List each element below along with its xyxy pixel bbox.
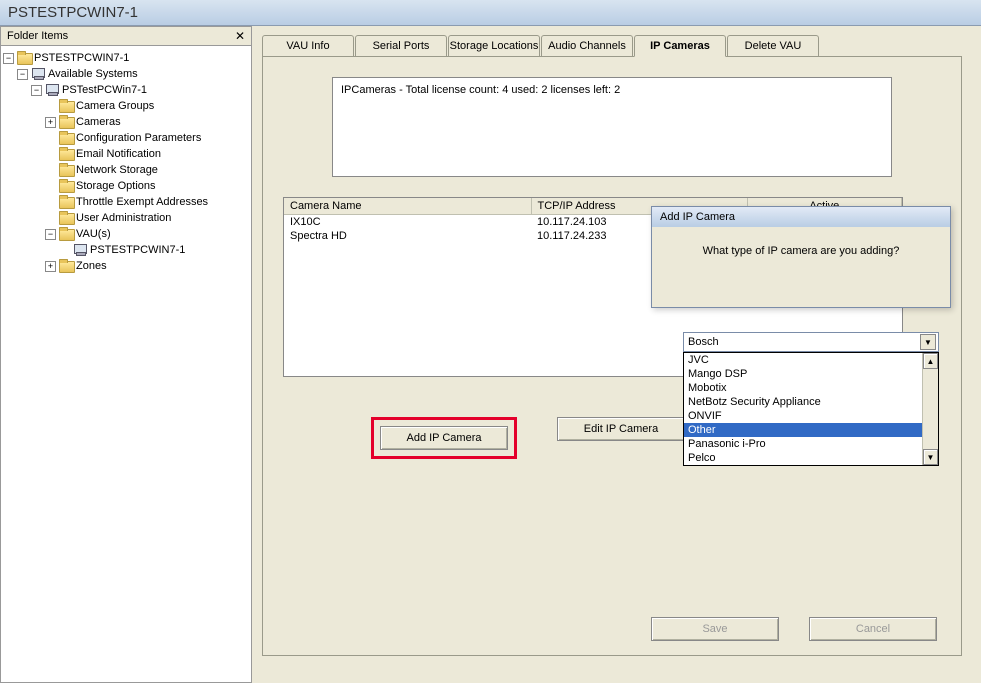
scrollbar[interactable]: ▲ ▼: [922, 353, 938, 465]
tree-item[interactable]: − VAU(s): [3, 226, 249, 242]
tree-label: PSTESTPCWIN7-1: [90, 242, 185, 258]
expander-icon[interactable]: +: [45, 261, 56, 272]
folder-icon: [59, 116, 73, 128]
folder-icon: [17, 52, 31, 64]
add-ip-camera-dialog: Add IP Camera What type of IP camera are…: [651, 206, 951, 308]
tree-item[interactable]: Email Notification: [3, 146, 249, 162]
tree-label: VAU(s): [76, 226, 111, 242]
tree-label: Available Systems: [48, 66, 138, 82]
expander-icon[interactable]: +: [45, 117, 56, 128]
highlight-box: Add IP Camera: [371, 417, 517, 459]
dialog-title: Add IP Camera: [652, 207, 950, 227]
tree-item[interactable]: Configuration Parameters: [3, 130, 249, 146]
combo-selected: Bosch: [688, 336, 719, 348]
sidebar: Folder Items ✕ − PSTESTPCWIN7-1 − Availa…: [0, 26, 252, 683]
add-ip-camera-button[interactable]: Add IP Camera: [380, 426, 508, 450]
tab-storage-locations[interactable]: Storage Locations: [448, 35, 540, 57]
scroll-up-icon[interactable]: ▲: [923, 353, 938, 369]
scroll-down-icon[interactable]: ▼: [923, 449, 938, 465]
tree-label: Email Notification: [76, 146, 161, 162]
cell-camera-name: IX10C: [284, 215, 531, 230]
save-button[interactable]: Save: [651, 617, 779, 641]
window-titlebar: PSTESTPCWIN7-1: [0, 0, 981, 26]
folder-icon: [59, 260, 73, 272]
license-info-box: IPCameras - Total license count: 4 used:…: [332, 77, 892, 177]
folder-icon: [59, 132, 73, 144]
folder-icon: [59, 228, 73, 240]
combo-list[interactable]: JVC Mango DSP Mobotix NetBotz Security A…: [683, 352, 939, 466]
tab-ip-cameras[interactable]: IP Cameras: [634, 35, 726, 57]
tab-vau-info[interactable]: VAU Info: [262, 35, 354, 57]
tree-label: Configuration Parameters: [76, 130, 201, 146]
expander-icon[interactable]: −: [31, 85, 42, 96]
tree-label: Cameras: [76, 114, 121, 130]
edit-ip-camera-button[interactable]: Edit IP Camera: [557, 417, 685, 441]
combo-option[interactable]: NetBotz Security Appliance: [684, 395, 922, 409]
tree-label: Storage Options: [76, 178, 156, 194]
tree-item[interactable]: Camera Groups: [3, 98, 249, 114]
folder-tree[interactable]: − PSTESTPCWIN7-1 − Available Systems − P…: [1, 46, 251, 682]
folder-icon: [59, 212, 73, 224]
tab-serial-ports[interactable]: Serial Ports: [355, 35, 447, 57]
tree-label: User Administration: [76, 210, 171, 226]
content-area: VAU Info Serial Ports Storage Locations …: [252, 26, 981, 683]
bottom-buttons: Save Cancel: [651, 617, 937, 641]
tree-item[interactable]: Storage Options: [3, 178, 249, 194]
combo-option[interactable]: ONVIF: [684, 409, 922, 423]
tree-label: Zones: [76, 258, 107, 274]
tree-label: PSTESTPCWIN7-1: [34, 50, 129, 66]
tree-label: Camera Groups: [76, 98, 154, 114]
tree-item[interactable]: User Administration: [3, 210, 249, 226]
computer-icon: [45, 84, 59, 96]
sidebar-header-label: Folder Items: [7, 30, 68, 42]
camera-type-combo[interactable]: Bosch ▼ JVC Mango DSP Mobotix NetBotz Se…: [683, 332, 939, 466]
dialog-body: What type of IP camera are you adding?: [652, 227, 950, 307]
combo-option[interactable]: Panasonic i-Pro: [684, 437, 922, 451]
tree-root[interactable]: − PSTESTPCWIN7-1: [3, 50, 249, 66]
combo-option[interactable]: Mobotix: [684, 381, 922, 395]
tree-item[interactable]: + Zones: [3, 258, 249, 274]
dialog-prompt: What type of IP camera are you adding?: [664, 245, 938, 257]
computer-icon: [31, 68, 45, 80]
tree-item[interactable]: Network Storage: [3, 162, 249, 178]
tab-delete-vau[interactable]: Delete VAU: [727, 35, 819, 57]
col-camera-name[interactable]: Camera Name: [284, 198, 531, 215]
computer-icon: [73, 244, 87, 256]
license-info-text: IPCameras - Total license count: 4 used:…: [341, 84, 620, 96]
tree-label: Network Storage: [76, 162, 158, 178]
window-title: PSTESTPCWIN7-1: [8, 4, 138, 21]
close-icon[interactable]: ✕: [235, 29, 245, 43]
folder-icon: [59, 196, 73, 208]
tree-item[interactable]: − PSTestPCWin7-1: [3, 82, 249, 98]
folder-icon: [59, 180, 73, 192]
combo-option[interactable]: JVC: [684, 353, 922, 367]
tree-item[interactable]: + Cameras: [3, 114, 249, 130]
expander-icon[interactable]: −: [3, 53, 14, 64]
combo-box[interactable]: Bosch ▼: [683, 332, 939, 352]
tab-strip: VAU Info Serial Ports Storage Locations …: [262, 34, 981, 56]
main-container: Folder Items ✕ − PSTESTPCWIN7-1 − Availa…: [0, 26, 981, 683]
tree-label: PSTestPCWin7-1: [62, 82, 147, 98]
expander-icon[interactable]: −: [17, 69, 28, 80]
chevron-down-icon[interactable]: ▼: [920, 334, 936, 350]
folder-icon: [59, 148, 73, 160]
expander-icon[interactable]: −: [45, 229, 56, 240]
tab-audio-channels[interactable]: Audio Channels: [541, 35, 633, 57]
combo-option[interactable]: Pelco: [684, 451, 922, 465]
tree-item[interactable]: Throttle Exempt Addresses: [3, 194, 249, 210]
folder-icon: [59, 164, 73, 176]
combo-option-selected[interactable]: Other: [684, 423, 922, 437]
folder-icon: [59, 100, 73, 112]
combo-option[interactable]: Mango DSP: [684, 367, 922, 381]
sidebar-header: Folder Items ✕: [1, 27, 251, 46]
tree-label: Throttle Exempt Addresses: [76, 194, 208, 210]
cancel-button[interactable]: Cancel: [809, 617, 937, 641]
cell-camera-name: Spectra HD: [284, 229, 531, 243]
tree-item[interactable]: PSTESTPCWIN7-1: [3, 242, 249, 258]
tree-item[interactable]: − Available Systems: [3, 66, 249, 82]
